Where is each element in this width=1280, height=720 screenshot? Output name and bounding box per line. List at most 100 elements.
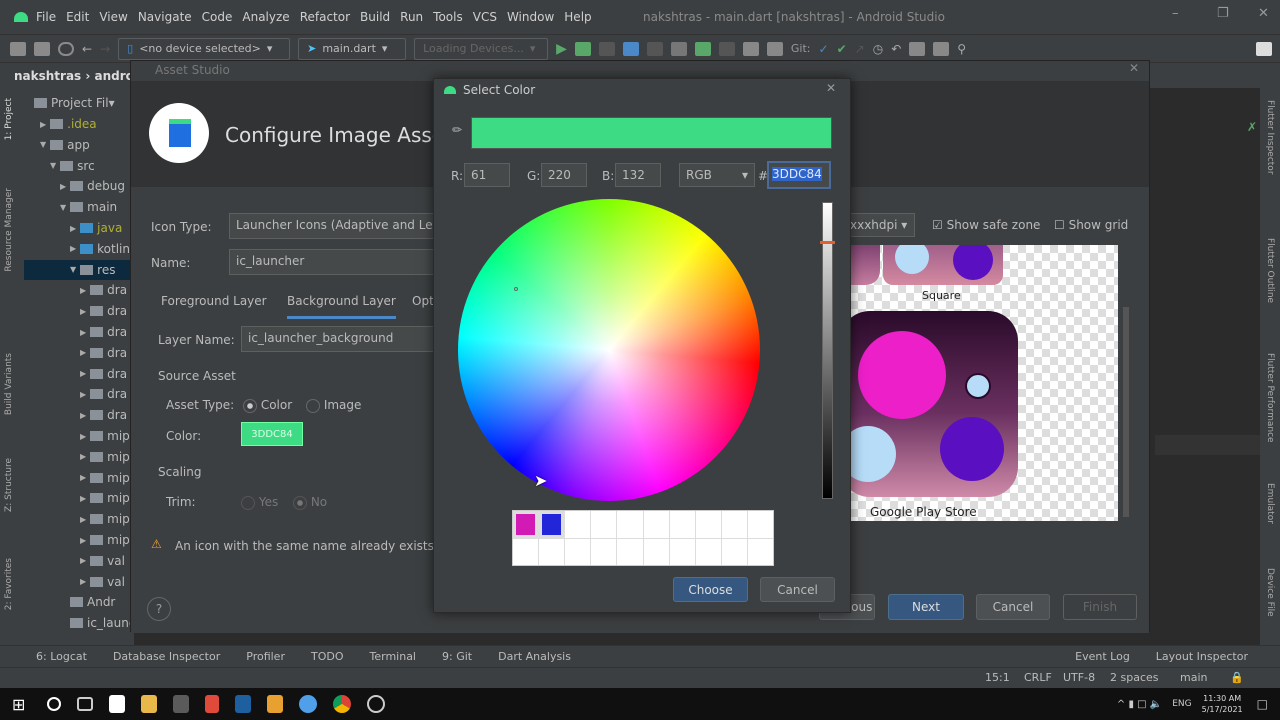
menu-code[interactable]: Code	[202, 10, 233, 24]
show-grid-checkbox[interactable]: ☐ Show grid	[1054, 218, 1128, 232]
recent-color-swatch[interactable]	[516, 514, 536, 535]
tree-item[interactable]: ▶ dra	[80, 301, 127, 321]
apply-code-icon[interactable]	[694, 41, 711, 56]
expanded-arrow-icon[interactable]: ▼	[50, 161, 56, 170]
recent-color-swatch[interactable]	[643, 511, 669, 538]
tab-foreground-layer[interactable]: Foreground Layer	[161, 294, 267, 308]
start-button-icon[interactable]: ⊞	[12, 695, 25, 714]
android-studio-taskbar-icon[interactable]	[299, 695, 318, 713]
menu-analyze[interactable]: Analyze	[242, 10, 289, 24]
forward-icon[interactable]: →	[100, 42, 110, 56]
dialog-close-icon[interactable]: ✕	[826, 81, 836, 95]
file-explorer-icon[interactable]	[141, 695, 158, 713]
tool-tab-device-file[interactable]: Device File	[1265, 568, 1275, 617]
close-window-button[interactable]: ✕	[1258, 6, 1269, 21]
expanded-arrow-icon[interactable]: ▼	[40, 140, 46, 149]
menu-vcs[interactable]: VCS	[473, 10, 497, 24]
brightness-slider[interactable]	[820, 202, 835, 499]
preview-scrollbar[interactable]	[1123, 307, 1129, 517]
tab-background-layer[interactable]: Background Layer	[287, 294, 396, 319]
collapsed-arrow-icon[interactable]: ▶	[80, 473, 86, 482]
collapsed-arrow-icon[interactable]: ▶	[80, 494, 86, 503]
menu-view[interactable]: View	[99, 10, 127, 24]
lock-icon[interactable]: 🔒	[1230, 671, 1244, 684]
recent-color-swatch[interactable]	[721, 538, 747, 565]
recent-color-swatch[interactable]	[695, 538, 721, 565]
indent-setting[interactable]: 2 spaces	[1110, 671, 1159, 684]
tool-tab-project[interactable]: 1: Project	[4, 98, 14, 140]
task-view-icon[interactable]	[77, 697, 94, 711]
notifications-icon[interactable]: □	[1257, 697, 1268, 711]
tree-item[interactable]: ▼ src	[50, 156, 95, 176]
collapsed-arrow-icon[interactable]: ▶	[80, 452, 86, 461]
run-icon[interactable]: ▶	[556, 41, 567, 57]
color-wheel[interactable]	[458, 199, 760, 501]
devices-selector[interactable]: Loading Devices... ▾	[414, 37, 549, 60]
expanded-arrow-icon[interactable]: ▼	[60, 203, 66, 212]
tab-event-log[interactable]: Event Log	[1075, 650, 1130, 663]
recent-color-swatch[interactable]	[565, 538, 591, 565]
tab-terminal[interactable]: Terminal	[370, 650, 417, 663]
tree-item[interactable]: ▶ dra	[80, 364, 127, 384]
b-input[interactable]: 132	[615, 163, 661, 187]
system-tray-icons[interactable]: ^ ▮ □ 🔈	[1117, 699, 1162, 710]
clock[interactable]: 11:30 AM 5/17/2021	[1202, 693, 1243, 715]
recent-color-swatch[interactable]	[539, 538, 565, 565]
tab-database-inspector[interactable]: Database Inspector	[113, 650, 220, 663]
git-push-icon[interactable]: ↗	[855, 42, 865, 56]
tool-tab-emulator[interactable]: Emulator	[1265, 483, 1275, 524]
tool-tab-resource-manager[interactable]: Resource Manager	[4, 188, 14, 272]
tree-item[interactable]: ▶ .idea	[40, 114, 97, 134]
avd-manager-icon[interactable]	[742, 41, 759, 56]
tree-item[interactable]: ▼ main	[60, 197, 117, 217]
cortana-icon[interactable]	[47, 697, 62, 711]
menu-run[interactable]: Run	[400, 10, 423, 24]
color-swatch-button[interactable]: 3DDC84	[241, 422, 303, 446]
tool-tab-build-variants[interactable]: Build Variants	[4, 353, 14, 415]
hex-input[interactable]: 3DDC84	[767, 161, 831, 189]
tool-tab-flutter-outline[interactable]: Flutter Outline	[1265, 238, 1275, 303]
tree-item[interactable]: ▶ dra	[80, 343, 127, 363]
menu-tools[interactable]: Tools	[433, 10, 463, 24]
recent-color-swatch[interactable]	[643, 538, 669, 565]
git-commit-icon[interactable]: ✔	[837, 42, 847, 56]
chrome-icon[interactable]	[333, 695, 352, 713]
recent-color-swatch[interactable]	[669, 538, 695, 565]
collapsed-arrow-icon[interactable]: ▶	[80, 432, 86, 441]
stop-icon[interactable]	[718, 41, 735, 56]
tree-item[interactable]: ▼ res	[24, 259, 134, 280]
tree-item[interactable]: ▶ debug	[60, 176, 125, 196]
recent-color-swatch[interactable]	[617, 511, 643, 538]
brightness-slider-thumb[interactable]	[820, 241, 835, 244]
profile-icon[interactable]	[622, 41, 639, 56]
collapsed-arrow-icon[interactable]: ▶	[80, 348, 86, 357]
hot-reload-icon[interactable]	[646, 41, 663, 56]
tree-item[interactable]: Andr	[70, 592, 115, 612]
recent-color-swatch[interactable]	[565, 511, 591, 538]
rollback-icon[interactable]: ↶	[891, 42, 901, 56]
asset-studio-close-icon[interactable]: ✕	[1129, 61, 1139, 75]
layer-name-input[interactable]: ic_launcher_background	[241, 326, 439, 352]
collapsed-arrow-icon[interactable]: ▶	[80, 411, 86, 420]
collapsed-arrow-icon[interactable]: ▶	[80, 286, 86, 295]
python-icon[interactable]	[205, 695, 220, 713]
recent-color-swatch[interactable]	[617, 538, 643, 565]
eyedropper-icon[interactable]: ✏	[452, 123, 462, 137]
collapsed-arrow-icon[interactable]: ▶	[40, 120, 46, 129]
sdk-manager-icon[interactable]	[766, 41, 783, 56]
collapsed-arrow-icon[interactable]: ▶	[80, 307, 86, 316]
tree-item[interactable]: ▶ mip	[80, 488, 130, 508]
collapsed-arrow-icon[interactable]: ▶	[80, 577, 86, 586]
color-mode-select[interactable]: RGB ▾	[679, 163, 755, 187]
debug-icon[interactable]	[574, 41, 591, 56]
tree-item[interactable]: ▶ mip	[80, 468, 130, 488]
collapsed-arrow-icon[interactable]: ▶	[80, 328, 86, 337]
recent-color-swatch[interactable]	[721, 511, 747, 538]
menu-edit[interactable]: Edit	[66, 10, 89, 24]
name-input[interactable]: ic_launcher	[229, 249, 439, 275]
restore-button[interactable]: ❐	[1217, 6, 1229, 21]
git-branch[interactable]: main	[1180, 671, 1207, 684]
photos-icon[interactable]	[173, 695, 190, 713]
photoshop-icon[interactable]	[235, 695, 252, 713]
collapsed-arrow-icon[interactable]: ▶	[80, 390, 86, 399]
